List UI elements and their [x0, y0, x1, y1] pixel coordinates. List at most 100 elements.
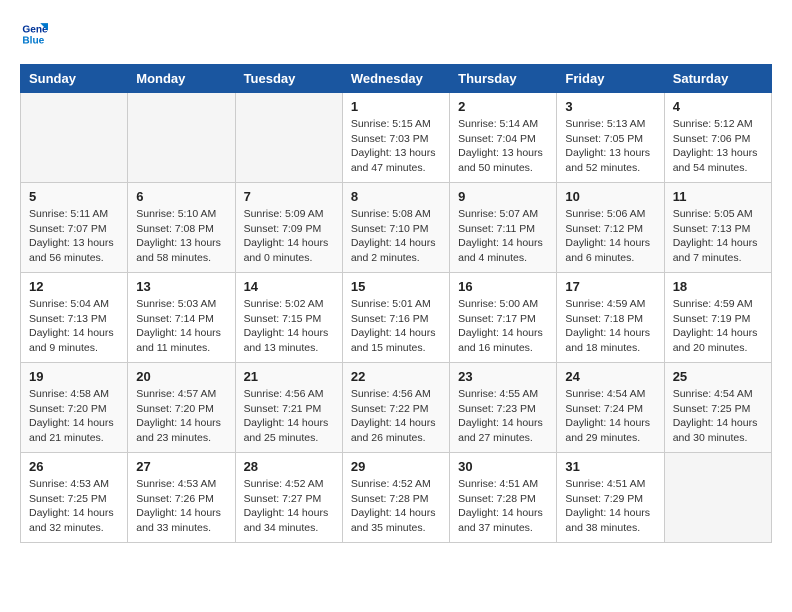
- calendar-cell: 27 Sunrise: 4:53 AM Sunset: 7:26 PM Dayli…: [128, 453, 235, 543]
- day-info: Sunrise: 4:51 AM Sunset: 7:29 PM Dayligh…: [565, 477, 655, 536]
- day-info: Sunrise: 5:10 AM Sunset: 7:08 PM Dayligh…: [136, 207, 226, 266]
- calendar-cell: [664, 453, 771, 543]
- calendar-cell: 26 Sunrise: 4:53 AM Sunset: 7:25 PM Dayli…: [21, 453, 128, 543]
- calendar-cell: 18 Sunrise: 4:59 AM Sunset: 7:19 PM Dayli…: [664, 273, 771, 363]
- day-number: 7: [244, 189, 334, 204]
- calendar-cell: 23 Sunrise: 4:55 AM Sunset: 7:23 PM Dayli…: [450, 363, 557, 453]
- day-info: Sunrise: 4:51 AM Sunset: 7:28 PM Dayligh…: [458, 477, 548, 536]
- weekday-header-saturday: Saturday: [664, 65, 771, 93]
- calendar-cell: 10 Sunrise: 5:06 AM Sunset: 7:12 PM Dayli…: [557, 183, 664, 273]
- day-info: Sunrise: 4:56 AM Sunset: 7:21 PM Dayligh…: [244, 387, 334, 446]
- day-number: 11: [673, 189, 763, 204]
- day-number: 10: [565, 189, 655, 204]
- day-number: 26: [29, 459, 119, 474]
- calendar-cell: 24 Sunrise: 4:54 AM Sunset: 7:24 PM Dayli…: [557, 363, 664, 453]
- calendar-table: SundayMondayTuesdayWednesdayThursdayFrid…: [20, 64, 772, 543]
- calendar-cell: 30 Sunrise: 4:51 AM Sunset: 7:28 PM Dayli…: [450, 453, 557, 543]
- calendar-cell: 6Sunrise: 5:10 AM Sunset: 7:08 PM Daylig…: [128, 183, 235, 273]
- day-info: Sunrise: 4:59 AM Sunset: 7:19 PM Dayligh…: [673, 297, 763, 356]
- day-number: 22: [351, 369, 441, 384]
- calendar-header-row: SundayMondayTuesdayWednesdayThursdayFrid…: [21, 65, 772, 93]
- calendar-cell: 1 Sunrise: 5:15 AM Sunset: 7:03 PM Daylig…: [342, 93, 449, 183]
- calendar-cell: 20 Sunrise: 4:57 AM Sunset: 7:20 PM Dayli…: [128, 363, 235, 453]
- calendar-cell: 9Sunrise: 5:07 AM Sunset: 7:11 PM Daylig…: [450, 183, 557, 273]
- weekday-header-sunday: Sunday: [21, 65, 128, 93]
- day-info: Sunrise: 5:13 AM Sunset: 7:05 PM Dayligh…: [565, 117, 655, 176]
- day-info: Sunrise: 4:55 AM Sunset: 7:23 PM Dayligh…: [458, 387, 548, 446]
- day-number: 14: [244, 279, 334, 294]
- day-info: Sunrise: 5:02 AM Sunset: 7:15 PM Dayligh…: [244, 297, 334, 356]
- calendar-cell: [21, 93, 128, 183]
- day-number: 15: [351, 279, 441, 294]
- day-info: Sunrise: 5:00 AM Sunset: 7:17 PM Dayligh…: [458, 297, 548, 356]
- day-number: 27: [136, 459, 226, 474]
- day-info: Sunrise: 5:03 AM Sunset: 7:14 PM Dayligh…: [136, 297, 226, 356]
- calendar-cell: 12Sunrise: 5:04 AM Sunset: 7:13 PM Dayli…: [21, 273, 128, 363]
- day-number: 20: [136, 369, 226, 384]
- day-number: 13: [136, 279, 226, 294]
- calendar-cell: [235, 93, 342, 183]
- day-number: 17: [565, 279, 655, 294]
- logo: General Blue: [20, 20, 52, 48]
- day-info: Sunrise: 5:08 AM Sunset: 7:10 PM Dayligh…: [351, 207, 441, 266]
- day-number: 1: [351, 99, 441, 114]
- weekday-header-thursday: Thursday: [450, 65, 557, 93]
- day-number: 3: [565, 99, 655, 114]
- day-info: Sunrise: 4:54 AM Sunset: 7:25 PM Dayligh…: [673, 387, 763, 446]
- day-info: Sunrise: 4:53 AM Sunset: 7:26 PM Dayligh…: [136, 477, 226, 536]
- calendar-cell: 22 Sunrise: 4:56 AM Sunset: 7:22 PM Dayli…: [342, 363, 449, 453]
- calendar-week-row: 5 Sunrise: 5:11 AM Sunset: 7:07 PM Daylig…: [21, 183, 772, 273]
- calendar-cell: 5 Sunrise: 5:11 AM Sunset: 7:07 PM Daylig…: [21, 183, 128, 273]
- calendar-cell: 2Sunrise: 5:14 AM Sunset: 7:04 PM Daylig…: [450, 93, 557, 183]
- weekday-header-friday: Friday: [557, 65, 664, 93]
- day-number: 23: [458, 369, 548, 384]
- calendar-week-row: 1 Sunrise: 5:15 AM Sunset: 7:03 PM Daylig…: [21, 93, 772, 183]
- calendar-cell: 7 Sunrise: 5:09 AM Sunset: 7:09 PM Daylig…: [235, 183, 342, 273]
- day-number: 21: [244, 369, 334, 384]
- weekday-header-monday: Monday: [128, 65, 235, 93]
- day-info: Sunrise: 4:56 AM Sunset: 7:22 PM Dayligh…: [351, 387, 441, 446]
- day-number: 5: [29, 189, 119, 204]
- calendar-week-row: 26 Sunrise: 4:53 AM Sunset: 7:25 PM Dayli…: [21, 453, 772, 543]
- weekday-header-tuesday: Tuesday: [235, 65, 342, 93]
- day-info: Sunrise: 4:57 AM Sunset: 7:20 PM Dayligh…: [136, 387, 226, 446]
- day-number: 12: [29, 279, 119, 294]
- calendar-cell: 21 Sunrise: 4:56 AM Sunset: 7:21 PM Dayli…: [235, 363, 342, 453]
- calendar-cell: 25 Sunrise: 4:54 AM Sunset: 7:25 PM Dayli…: [664, 363, 771, 453]
- day-info: Sunrise: 5:06 AM Sunset: 7:12 PM Dayligh…: [565, 207, 655, 266]
- day-info: Sunrise: 4:53 AM Sunset: 7:25 PM Dayligh…: [29, 477, 119, 536]
- day-number: 30: [458, 459, 548, 474]
- calendar-cell: 8 Sunrise: 5:08 AM Sunset: 7:10 PM Daylig…: [342, 183, 449, 273]
- day-number: 19: [29, 369, 119, 384]
- calendar-cell: [128, 93, 235, 183]
- calendar-cell: 29Sunrise: 4:52 AM Sunset: 7:28 PM Dayli…: [342, 453, 449, 543]
- day-number: 25: [673, 369, 763, 384]
- day-info: Sunrise: 5:09 AM Sunset: 7:09 PM Dayligh…: [244, 207, 334, 266]
- weekday-header-wednesday: Wednesday: [342, 65, 449, 93]
- calendar-week-row: 12Sunrise: 5:04 AM Sunset: 7:13 PM Dayli…: [21, 273, 772, 363]
- day-info: Sunrise: 5:15 AM Sunset: 7:03 PM Dayligh…: [351, 117, 441, 176]
- calendar-cell: 4Sunrise: 5:12 AM Sunset: 7:06 PM Daylig…: [664, 93, 771, 183]
- calendar-cell: 14 Sunrise: 5:02 AM Sunset: 7:15 PM Dayli…: [235, 273, 342, 363]
- calendar-cell: 13 Sunrise: 5:03 AM Sunset: 7:14 PM Dayli…: [128, 273, 235, 363]
- calendar-cell: 28Sunrise: 4:52 AM Sunset: 7:27 PM Dayli…: [235, 453, 342, 543]
- day-info: Sunrise: 4:59 AM Sunset: 7:18 PM Dayligh…: [565, 297, 655, 356]
- day-info: Sunrise: 5:12 AM Sunset: 7:06 PM Dayligh…: [673, 117, 763, 176]
- day-number: 16: [458, 279, 548, 294]
- svg-text:Blue: Blue: [22, 35, 44, 46]
- day-number: 29: [351, 459, 441, 474]
- calendar-week-row: 19 Sunrise: 4:58 AM Sunset: 7:20 PM Dayli…: [21, 363, 772, 453]
- calendar-cell: 3 Sunrise: 5:13 AM Sunset: 7:05 PM Daylig…: [557, 93, 664, 183]
- day-number: 31: [565, 459, 655, 474]
- day-number: 18: [673, 279, 763, 294]
- day-info: Sunrise: 5:05 AM Sunset: 7:13 PM Dayligh…: [673, 207, 763, 266]
- calendar-cell: 15Sunrise: 5:01 AM Sunset: 7:16 PM Dayli…: [342, 273, 449, 363]
- logo-icon: General Blue: [20, 20, 48, 48]
- day-info: Sunrise: 5:14 AM Sunset: 7:04 PM Dayligh…: [458, 117, 548, 176]
- day-number: 8: [351, 189, 441, 204]
- day-info: Sunrise: 5:11 AM Sunset: 7:07 PM Dayligh…: [29, 207, 119, 266]
- day-number: 24: [565, 369, 655, 384]
- day-info: Sunrise: 4:58 AM Sunset: 7:20 PM Dayligh…: [29, 387, 119, 446]
- day-info: Sunrise: 4:54 AM Sunset: 7:24 PM Dayligh…: [565, 387, 655, 446]
- calendar-cell: 17 Sunrise: 4:59 AM Sunset: 7:18 PM Dayli…: [557, 273, 664, 363]
